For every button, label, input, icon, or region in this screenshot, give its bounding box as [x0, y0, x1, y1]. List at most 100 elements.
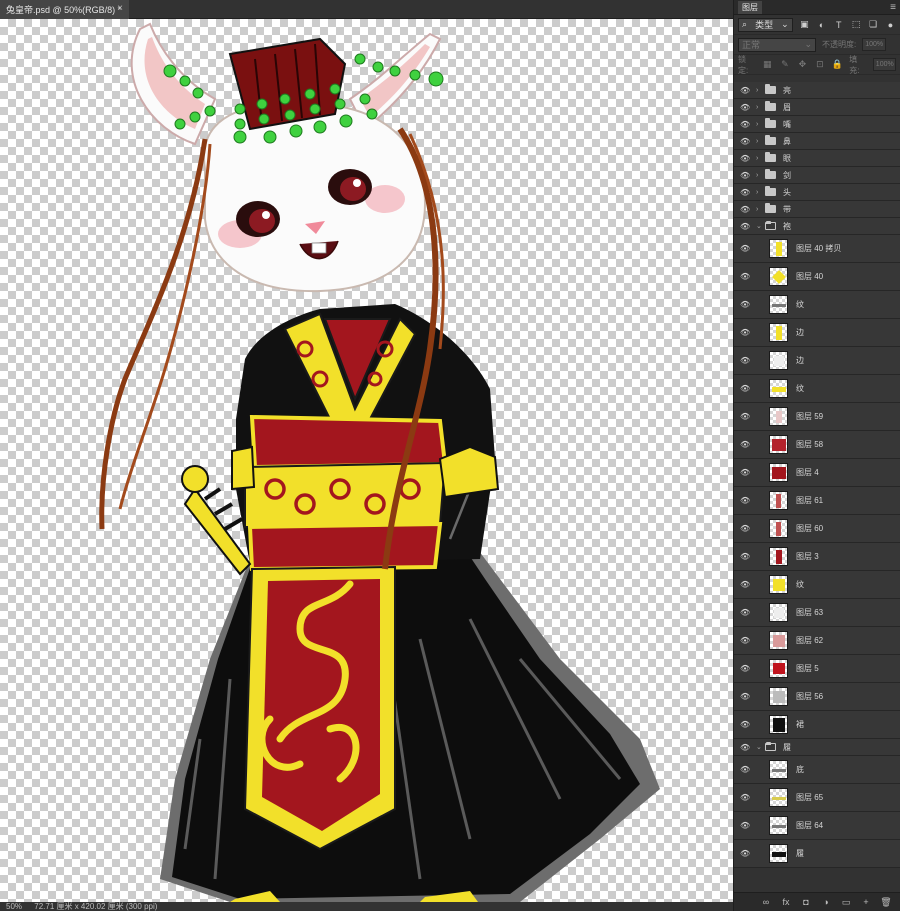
document-tab[interactable]: 兔皇帝.psd @ 50%(RGB/8) * ×: [0, 0, 129, 19]
visibility-eye-icon[interactable]: 👁: [740, 356, 750, 365]
chevron-right-icon[interactable]: ›: [756, 121, 758, 128]
layer-group-row[interactable]: 👁 › 头: [734, 184, 900, 201]
visibility-eye-icon[interactable]: 👁: [740, 849, 750, 858]
layers-panel-tab[interactable]: 图层: [738, 0, 762, 14]
adjustment-layer-icon[interactable]: ◑: [820, 896, 832, 908]
layer-group-row[interactable]: 👁 › 嘴: [734, 116, 900, 133]
visibility-eye-icon[interactable]: 👁: [740, 103, 750, 112]
layer-row[interactable]: 👁 图层 4: [734, 459, 900, 487]
lock-move-icon[interactable]: ✥: [797, 59, 809, 71]
layer-row[interactable]: 👁 边: [734, 347, 900, 375]
canvas[interactable]: [0, 19, 733, 902]
layer-row[interactable]: 👁 裙: [734, 711, 900, 739]
lock-artboard-icon[interactable]: ⊡: [814, 59, 826, 71]
visibility-eye-icon[interactable]: 👁: [740, 765, 750, 774]
layer-row[interactable]: 👁 图层 40: [734, 263, 900, 291]
layer-row[interactable]: 👁 图层 65: [734, 784, 900, 812]
layer-group-row[interactable]: 👁 › 鼻: [734, 133, 900, 150]
visibility-eye-icon[interactable]: 👁: [740, 793, 750, 802]
chevron-right-icon[interactable]: ›: [756, 206, 758, 213]
visibility-eye-icon[interactable]: 👁: [740, 188, 750, 197]
visibility-eye-icon[interactable]: 👁: [740, 300, 750, 309]
filter-type-icon[interactable]: T: [833, 19, 844, 31]
visibility-eye-icon[interactable]: 👁: [740, 244, 750, 253]
visibility-eye-icon[interactable]: 👁: [740, 743, 750, 752]
zoom-level[interactable]: 50%: [6, 902, 22, 911]
layer-row[interactable]: 👁 边: [734, 319, 900, 347]
layer-row[interactable]: 👁 纹: [734, 571, 900, 599]
chevron-right-icon[interactable]: ›: [756, 155, 758, 162]
close-tab-icon[interactable]: ×: [117, 3, 123, 14]
visibility-eye-icon[interactable]: 👁: [740, 692, 750, 701]
layer-group-row[interactable]: 👁 › 眉: [734, 99, 900, 116]
blend-mode-dropdown[interactable]: 正常 ⌄: [738, 37, 816, 52]
layer-row[interactable]: 👁 图层 58: [734, 431, 900, 459]
add-mask-icon[interactable]: ◘: [800, 896, 812, 908]
visibility-eye-icon[interactable]: 👁: [740, 664, 750, 673]
chevron-right-icon[interactable]: ›: [756, 104, 758, 111]
filter-shape-icon[interactable]: ⬚: [850, 19, 861, 31]
layer-row[interactable]: 👁 图层 40 拷贝: [734, 235, 900, 263]
filter-smart-object-icon[interactable]: ❏: [868, 19, 879, 31]
layer-row[interactable]: 👁 图层 62: [734, 627, 900, 655]
layer-row[interactable]: 👁 图层 64: [734, 812, 900, 840]
layer-style-icon[interactable]: fx: [780, 896, 792, 908]
visibility-eye-icon[interactable]: 👁: [740, 468, 750, 477]
visibility-eye-icon[interactable]: 👁: [740, 154, 750, 163]
chevron-right-icon[interactable]: ›: [756, 189, 758, 196]
layer-row[interactable]: 👁 图层 56: [734, 683, 900, 711]
layer-row[interactable]: 👁 图层 63: [734, 599, 900, 627]
visibility-eye-icon[interactable]: 👁: [740, 120, 750, 129]
chevron-right-icon[interactable]: ›: [756, 138, 758, 145]
lock-all-icon[interactable]: 🔒: [832, 59, 844, 71]
visibility-eye-icon[interactable]: 👁: [740, 821, 750, 830]
layer-row[interactable]: 👁 图层 5: [734, 655, 900, 683]
layer-row[interactable]: 👁 图层 59: [734, 403, 900, 431]
chevron-down-icon[interactable]: ⌄: [756, 743, 762, 751]
visibility-eye-icon[interactable]: 👁: [740, 440, 750, 449]
visibility-eye-icon[interactable]: 👁: [740, 384, 750, 393]
visibility-eye-icon[interactable]: 👁: [740, 552, 750, 561]
visibility-eye-icon[interactable]: 👁: [740, 86, 750, 95]
filter-toggle-icon[interactable]: ●: [885, 19, 896, 31]
visibility-eye-icon[interactable]: 👁: [740, 496, 750, 505]
layer-filter-dropdown[interactable]: ⌕ 类型 ⌄: [738, 17, 793, 32]
layer-row[interactable]: 👁 图层 60: [734, 515, 900, 543]
layer-row[interactable]: 👁 纹: [734, 375, 900, 403]
filter-pixel-icon[interactable]: ▣: [799, 19, 810, 31]
layer-group-row[interactable]: 👁 › 亮: [734, 82, 900, 99]
layer-group-row[interactable]: 👁 ⌄ 袍: [734, 218, 900, 235]
delete-layer-icon[interactable]: 🗑: [880, 896, 892, 908]
chevron-down-icon[interactable]: ⌄: [756, 222, 762, 230]
layer-row[interactable]: 👁 图层 3: [734, 543, 900, 571]
lock-paint-icon[interactable]: ✎: [779, 59, 791, 71]
visibility-eye-icon[interactable]: 👁: [740, 524, 750, 533]
new-group-icon[interactable]: ▭: [840, 896, 852, 908]
link-layers-icon[interactable]: ∞: [760, 896, 772, 908]
fill-input[interactable]: 100%: [872, 58, 897, 71]
visibility-eye-icon[interactable]: 👁: [740, 272, 750, 281]
visibility-eye-icon[interactable]: 👁: [740, 580, 750, 589]
visibility-eye-icon[interactable]: 👁: [740, 222, 750, 231]
visibility-eye-icon[interactable]: 👁: [740, 608, 750, 617]
visibility-eye-icon[interactable]: 👁: [740, 137, 750, 146]
visibility-eye-icon[interactable]: 👁: [740, 205, 750, 214]
opacity-input[interactable]: 100%: [862, 38, 887, 51]
layer-group-row[interactable]: 👁 ⌄ 履: [734, 739, 900, 756]
visibility-eye-icon[interactable]: 👁: [740, 328, 750, 337]
layer-row[interactable]: 👁 底: [734, 756, 900, 784]
layer-group-row[interactable]: 👁 › 剑: [734, 167, 900, 184]
layer-group-row[interactable]: 👁 › 眼: [734, 150, 900, 167]
lock-transparent-icon[interactable]: ▦: [762, 59, 774, 71]
new-layer-icon[interactable]: +: [860, 896, 872, 908]
layer-row[interactable]: 👁 履: [734, 840, 900, 868]
filter-adjustment-icon[interactable]: ◐: [816, 19, 827, 31]
visibility-eye-icon[interactable]: 👁: [740, 412, 750, 421]
visibility-eye-icon[interactable]: 👁: [740, 636, 750, 645]
visibility-eye-icon[interactable]: 👁: [740, 720, 750, 729]
chevron-right-icon[interactable]: ›: [756, 87, 758, 94]
panel-menu-icon[interactable]: ≡: [890, 2, 896, 13]
layer-group-row[interactable]: 👁 › 带: [734, 201, 900, 218]
layer-row[interactable]: 👁 纹: [734, 291, 900, 319]
layer-row[interactable]: 👁 图层 61: [734, 487, 900, 515]
